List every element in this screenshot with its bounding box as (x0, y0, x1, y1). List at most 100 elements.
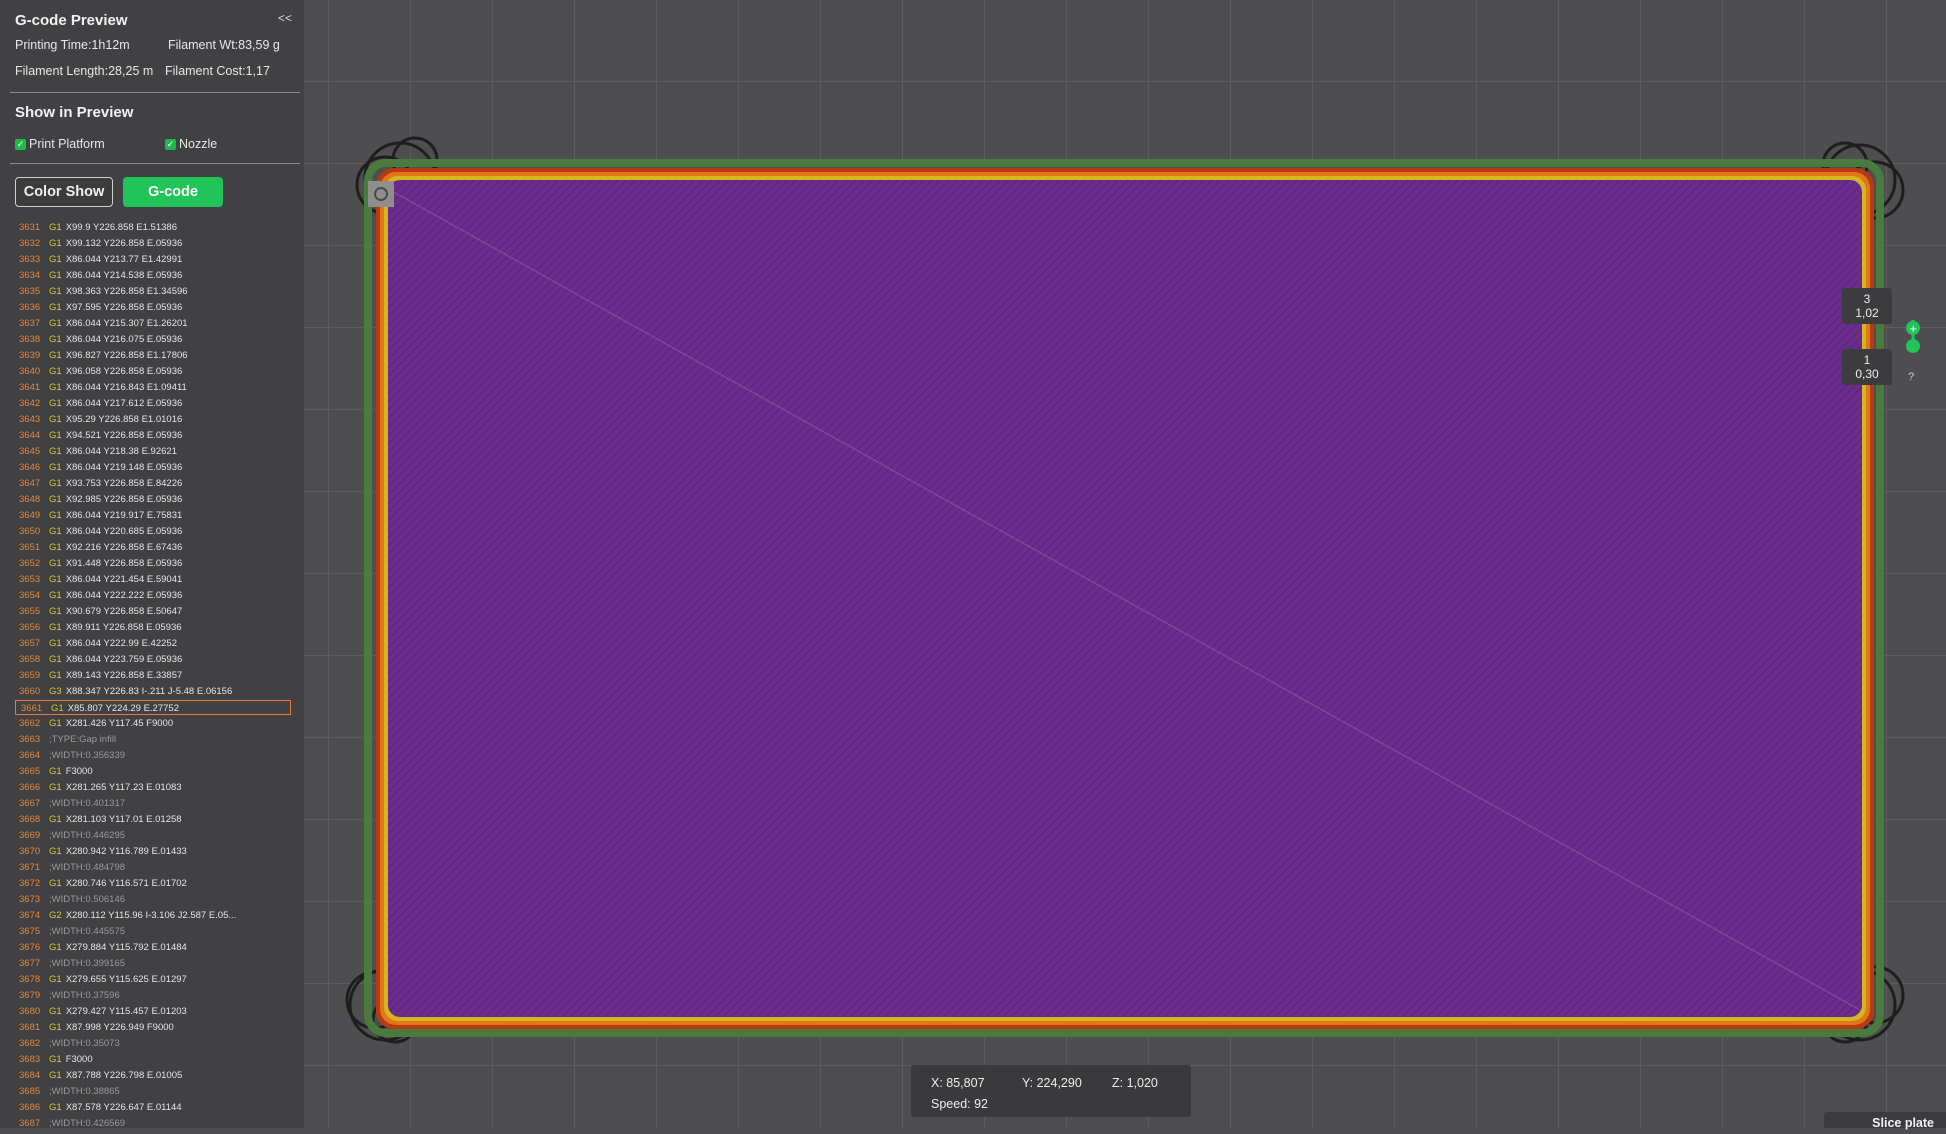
gcode-line[interactable]: 3668 G1 X281.103 Y117.01 E.01258 (14, 812, 290, 827)
gcode-line[interactable]: 3643 G1 X95.29 Y226.858 E1.01016 (14, 412, 290, 427)
printing-time: Printing Time:1h12m (15, 38, 130, 52)
gcode-args: X99.9 Y226.858 E1.51386 (65, 222, 177, 233)
gcode-line[interactable]: 3649 G1 X86.044 Y219.917 E.75831 (14, 508, 290, 523)
line-number: 3631 (19, 222, 41, 233)
gcode-comment: ;WIDTH:0.37596 (49, 990, 120, 1001)
line-number: 3669 (19, 830, 41, 841)
gcode-line[interactable]: 3651 G1 X92.216 Y226.858 E.67436 (14, 540, 290, 555)
gcode-line[interactable]: 3683 G1 F3000 (14, 1052, 290, 1067)
gcode-args: X281.265 Y117.23 E.01083 (65, 782, 182, 793)
gcode-line[interactable]: 3645 G1 X86.044 Y218.38 E.92621 (14, 444, 290, 459)
gcode-line[interactable]: 3667 ;WIDTH:0.401317 (14, 796, 290, 811)
gcode-line[interactable]: 3682 ;WIDTH:0.35073 (14, 1036, 290, 1051)
gcode-args: X85.807 Y224.29 E.27752 (67, 703, 179, 714)
gcode-line[interactable]: 3661 G1 X85.807 Y224.29 E.27752 (15, 700, 291, 715)
gcode-line[interactable]: 3665 G1 F3000 (14, 764, 290, 779)
gcode-args: X86.044 Y213.77 E1.42991 (65, 254, 183, 265)
gcode-command: G1 (49, 302, 62, 313)
line-number: 3639 (19, 350, 41, 361)
gcode-line[interactable]: 3679 ;WIDTH:0.37596 (14, 988, 290, 1003)
gcode-line[interactable]: 3670 G1 X280.942 Y116.789 E.01433 (14, 844, 290, 859)
gcode-line[interactable]: 3638 G1 X86.044 Y216.075 E.05936 (14, 332, 290, 347)
gcode-line[interactable]: 3660 G3 X88.347 Y226.83 I-.211 J-5.48 E.06… (14, 684, 290, 699)
gcode-line[interactable]: 3639 G1 X96.827 Y226.858 E1.17806 (14, 348, 290, 363)
gcode-line[interactable]: 3678 G1 X279.655 Y115.625 E.01297 (14, 972, 290, 987)
gcode-line[interactable]: 3644 G1 X94.521 Y226.858 E.05936 (14, 428, 290, 443)
gcode-tab[interactable]: G-code (123, 177, 223, 207)
gcode-line[interactable]: 3646 G1 X86.044 Y219.148 E.05936 (14, 460, 290, 475)
speed-value: Speed: 92 (931, 1097, 988, 1111)
gcode-line[interactable]: 3648 G1 X92.985 Y226.858 E.05936 (14, 492, 290, 507)
gcode-line[interactable]: 3637 G1 X86.044 Y215.307 E1.26201 (14, 316, 290, 331)
gcode-command: G1 (49, 238, 62, 249)
gcode-line[interactable]: 3656 G1 X89.911 Y226.858 E.05936 (14, 620, 290, 635)
line-number: 3685 (19, 1086, 41, 1097)
gcode-args: X95.29 Y226.858 E1.01016 (65, 414, 183, 425)
line-number: 3680 (19, 1006, 41, 1017)
help-icon[interactable]: ? (1908, 371, 1914, 383)
gcode-line[interactable]: 3664 ;WIDTH:0.356339 (14, 748, 290, 763)
gcode-line[interactable]: 3652 G1 X91.448 Y226.858 E.05936 (14, 556, 290, 571)
gcode-line[interactable]: 3640 G1 X96.058 Y226.858 E.05936 (14, 364, 290, 379)
gcode-line[interactable]: 3663 ;TYPE:Gap infill (14, 732, 290, 747)
gcode-line[interactable]: 3681 G1 X87.998 Y226.949 F9000 (14, 1020, 290, 1035)
gcode-line[interactable]: 3672 G1 X280.746 Y116.571 E.01702 (14, 876, 290, 891)
gcode-line[interactable]: 3632 G1 X99.132 Y226.858 E.05936 (14, 236, 290, 251)
line-number: 3679 (19, 990, 41, 1001)
line-number: 3654 (19, 590, 41, 601)
color-show-tab[interactable]: Color Show (15, 177, 113, 207)
gcode-line[interactable]: 3674 G2 X280.112 Y115.96 I-3.106 J2.587 E.… (14, 908, 290, 923)
gcode-line[interactable]: 3687 ;WIDTH:0.426569 (14, 1116, 290, 1131)
gcode-line[interactable]: 3647 G1 X93.753 Y226.858 E.84226 (14, 476, 290, 491)
gcode-line[interactable]: 3634 G1 X86.044 Y214.538 E.05936 (14, 268, 290, 283)
divider (10, 92, 300, 93)
layer-slider-bottom-handle (1906, 339, 1920, 353)
gcode-line[interactable]: 3635 G1 X98.363 Y226.858 E1.34596 (14, 284, 290, 299)
slice-plate-button[interactable]: Slice plate (1824, 1112, 1946, 1130)
line-number: 3657 (19, 638, 41, 649)
gcode-line[interactable]: 3669 ;WIDTH:0.446295 (14, 828, 290, 843)
gcode-line[interactable]: 3684 G1 X87.788 Y226.798 E.01005 (14, 1068, 290, 1083)
gcode-args: X86.044 Y215.307 E1.26201 (65, 318, 188, 329)
gcode-command: G1 (49, 814, 62, 825)
gcode-line[interactable]: 3654 G1 X86.044 Y222.222 E.05936 (14, 588, 290, 603)
gcode-command: G1 (49, 590, 62, 601)
gcode-line[interactable]: 3642 G1 X86.044 Y217.612 E.05936 (14, 396, 290, 411)
gcode-args: X96.827 Y226.858 E1.17806 (65, 350, 188, 361)
line-number: 3638 (19, 334, 41, 345)
gcode-line[interactable]: 3659 G1 X89.143 Y226.858 E.33857 (14, 668, 290, 683)
gcode-line[interactable]: 3636 G1 X97.595 Y226.858 E.05936 (14, 300, 290, 315)
line-number: 3681 (19, 1022, 41, 1033)
gcode-line[interactable]: 3671 ;WIDTH:0.484798 (14, 860, 290, 875)
layer-bottom-label: 1 0,30 (1842, 349, 1892, 385)
nozzle-checkbox[interactable]: ✓ Nozzle (165, 137, 217, 151)
line-number: 3643 (19, 414, 41, 425)
gcode-line[interactable]: 3653 G1 X86.044 Y221.454 E.59041 (14, 572, 290, 587)
gcode-command: G1 (49, 638, 62, 649)
gcode-line[interactable]: 3641 G1 X86.044 Y216.843 E1.09411 (14, 380, 290, 395)
gcode-line[interactable]: 3685 ;WIDTH:0.38865 (14, 1084, 290, 1099)
gcode-command: G1 (49, 462, 62, 473)
collapse-button[interactable]: << (278, 11, 292, 25)
line-number: 3666 (19, 782, 41, 793)
gcode-line[interactable]: 3677 ;WIDTH:0.399165 (14, 956, 290, 971)
gcode-line[interactable]: 3680 G1 X279.427 Y115.457 E.01203 (14, 1004, 290, 1019)
gcode-line[interactable]: 3658 G1 X86.044 Y223.759 E.05936 (14, 652, 290, 667)
gcode-line[interactable]: 3633 G1 X86.044 Y213.77 E1.42991 (14, 252, 290, 267)
coord-y: Y: 224,290 (1022, 1076, 1082, 1090)
gcode-line[interactable]: 3673 ;WIDTH:0.506146 (14, 892, 290, 907)
gcode-line[interactable]: 3675 ;WIDTH:0.445575 (14, 924, 290, 939)
gcode-line[interactable]: 3686 G1 X87.578 Y226.647 E.01144 (14, 1100, 290, 1115)
gcode-line[interactable]: 3657 G1 X86.044 Y222.99 E.42252 (14, 636, 290, 651)
gcode-line[interactable]: 3666 G1 X281.265 Y117.23 E.01083 (14, 780, 290, 795)
gcode-comment: ;WIDTH:0.506146 (49, 894, 126, 905)
gcode-args: X89.911 Y226.858 E.05936 (65, 622, 182, 633)
gcode-line[interactable]: 3650 G1 X86.044 Y220.685 E.05936 (14, 524, 290, 539)
gcode-line[interactable]: 3676 G1 X279.884 Y115.792 E.01484 (14, 940, 290, 955)
gcode-line[interactable]: 3662 G1 X281.426 Y117.45 F9000 (14, 716, 290, 731)
gcode-args: X86.044 Y216.075 E.05936 (65, 334, 183, 345)
print-platform-checkbox[interactable]: ✓ Print Platform (15, 137, 105, 151)
gcode-line[interactable]: 3655 G1 X90.679 Y226.858 E.50647 (14, 604, 290, 619)
line-number: 3647 (19, 478, 41, 489)
gcode-line[interactable]: 3631 G1 X99.9 Y226.858 E1.51386 (14, 220, 290, 235)
